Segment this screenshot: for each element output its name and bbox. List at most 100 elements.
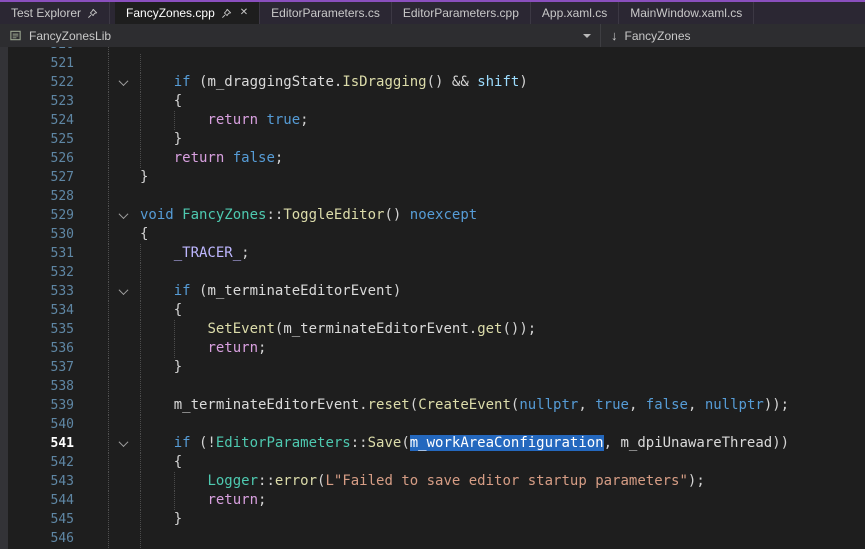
tab-mainwindow-xaml-cs[interactable]: MainWindow.xaml.cs: [619, 2, 754, 24]
code-editor: 520521522 if (m_draggingState.IsDragging…: [0, 47, 865, 549]
fold-margin: [108, 339, 137, 358]
code-text: _TRACER_;: [137, 244, 865, 263]
collapse-chevron-icon[interactable]: [118, 209, 128, 219]
code-line[interactable]: 527}: [0, 168, 865, 187]
gutter-gap: [74, 396, 108, 415]
code-line[interactable]: 523 {: [0, 92, 865, 111]
code-line[interactable]: 540: [0, 415, 865, 434]
project-dropdown[interactable]: FancyZonesLib: [0, 24, 600, 47]
code-token: reset: [368, 397, 410, 413]
fold-margin[interactable]: [108, 206, 137, 225]
code-line[interactable]: 537 }: [0, 358, 865, 377]
code-line[interactable]: 522 if (m_draggingState.IsDragging() && …: [0, 73, 865, 92]
code-token: nullptr: [705, 397, 764, 413]
gutter-gap: [74, 92, 108, 111]
code-token: ,: [629, 397, 646, 413]
tab-editorparameters-cpp[interactable]: EditorParameters.cpp: [392, 2, 531, 24]
code-line[interactable]: 544 return;: [0, 491, 865, 510]
code-token: noexcept: [410, 207, 477, 223]
fold-margin: [108, 510, 137, 529]
code-token: SetEvent: [207, 321, 274, 337]
code-token: (: [410, 397, 418, 413]
fold-margin: [108, 263, 137, 282]
code-token: EditorParameters: [216, 435, 351, 451]
code-token: return: [207, 340, 258, 356]
code-line[interactable]: 521: [0, 54, 865, 73]
code-token: FancyZones: [182, 207, 266, 223]
code-content: SetEvent(m_terminateEditorEvent.get());: [140, 321, 536, 337]
tab-label: FancyZones.cpp: [126, 6, 215, 20]
code-line[interactable]: 525 }: [0, 130, 865, 149]
code-line[interactable]: 546: [0, 529, 865, 548]
member-dropdown[interactable]: ↓ FancyZones: [600, 24, 865, 47]
indent-space: [140, 511, 174, 527]
close-icon[interactable]: ✕: [240, 8, 248, 18]
code-line[interactable]: 524 return true;: [0, 111, 865, 130]
code-line[interactable]: 536 return;: [0, 339, 865, 358]
code-line[interactable]: 542 {: [0, 453, 865, 472]
code-token: CreateEvent: [418, 397, 511, 413]
code-line[interactable]: 533 if (m_terminateEditorEvent): [0, 282, 865, 301]
code-line[interactable]: 543 Logger::error(L"Failed to save edito…: [0, 472, 865, 491]
code-line[interactable]: 529void FancyZones::ToggleEditor() noexc…: [0, 206, 865, 225]
navigation-bar: FancyZonesLib ↓ FancyZones: [0, 24, 865, 47]
indent-guide: [140, 320, 141, 339]
fold-margin[interactable]: [108, 434, 137, 453]
tab-fancyzones-cpp[interactable]: FancyZones.cpp ✕: [115, 2, 260, 24]
code-line[interactable]: 534 {: [0, 301, 865, 320]
code-token: error: [275, 473, 317, 489]
fold-margin: [108, 529, 137, 548]
code-text: }: [137, 510, 865, 529]
indent-guide: [140, 434, 141, 453]
indent-guide: [140, 111, 141, 130]
indent-guide: [174, 320, 175, 339]
code-text: m_terminateEditorEvent.reset(CreateEvent…: [137, 396, 865, 415]
code-token: if: [174, 435, 191, 451]
pin-icon[interactable]: [221, 8, 232, 19]
code-text: }: [137, 130, 865, 149]
pin-icon[interactable]: [87, 8, 98, 19]
gutter-gap: [74, 73, 108, 92]
code-text: [137, 377, 865, 396]
code-line[interactable]: 530{: [0, 225, 865, 244]
code-line[interactable]: 541 if (!EditorParameters::Save(m_workAr…: [0, 434, 865, 453]
code-line[interactable]: 520: [0, 47, 865, 54]
down-arrow-icon: ↓: [611, 28, 618, 43]
fold-margin[interactable]: [108, 73, 137, 92]
gutter-gap: [74, 111, 108, 130]
code-line[interactable]: 528: [0, 187, 865, 206]
code-token: (!: [191, 435, 216, 451]
indent-guide: [140, 244, 141, 263]
tab-app-xaml-cs[interactable]: App.xaml.cs: [531, 2, 619, 24]
line-number: 541: [8, 434, 74, 453]
code-line[interactable]: 538: [0, 377, 865, 396]
code-token: ): [393, 283, 401, 299]
code-token: }: [174, 131, 182, 147]
collapse-chevron-icon[interactable]: [118, 76, 128, 86]
code-line[interactable]: 545 }: [0, 510, 865, 529]
code-token: return: [174, 150, 225, 166]
code-token: m_dpiUnawareThread: [620, 435, 772, 451]
code-token: (): [384, 207, 409, 223]
fold-margin[interactable]: [108, 282, 137, 301]
gutter-gap: [74, 377, 108, 396]
code-token: ());: [502, 321, 536, 337]
code-line[interactable]: 535 SetEvent(m_terminateEditorEvent.get(…: [0, 320, 865, 339]
line-number: 529: [8, 206, 74, 225]
tab-editorparameters-cs[interactable]: EditorParameters.cs: [260, 2, 392, 24]
code-token: ToggleEditor: [283, 207, 384, 223]
code-line[interactable]: 526 return false;: [0, 149, 865, 168]
fold-margin: [108, 472, 137, 491]
code-line[interactable]: 532: [0, 263, 865, 282]
collapse-chevron-icon[interactable]: [118, 437, 128, 447]
code-token: {: [174, 93, 182, 109]
code-token: ;: [258, 492, 266, 508]
collapse-chevron-icon[interactable]: [118, 285, 128, 295]
indent-guide: [140, 282, 141, 301]
line-number: 525: [8, 130, 74, 149]
code-line[interactable]: 539 m_terminateEditorEvent.reset(CreateE…: [0, 396, 865, 415]
tab-test-explorer[interactable]: Test Explorer: [0, 2, 110, 24]
code-text: [137, 415, 865, 434]
code-line[interactable]: 531 _TRACER_;: [0, 244, 865, 263]
code-token: IsDragging: [342, 74, 426, 90]
